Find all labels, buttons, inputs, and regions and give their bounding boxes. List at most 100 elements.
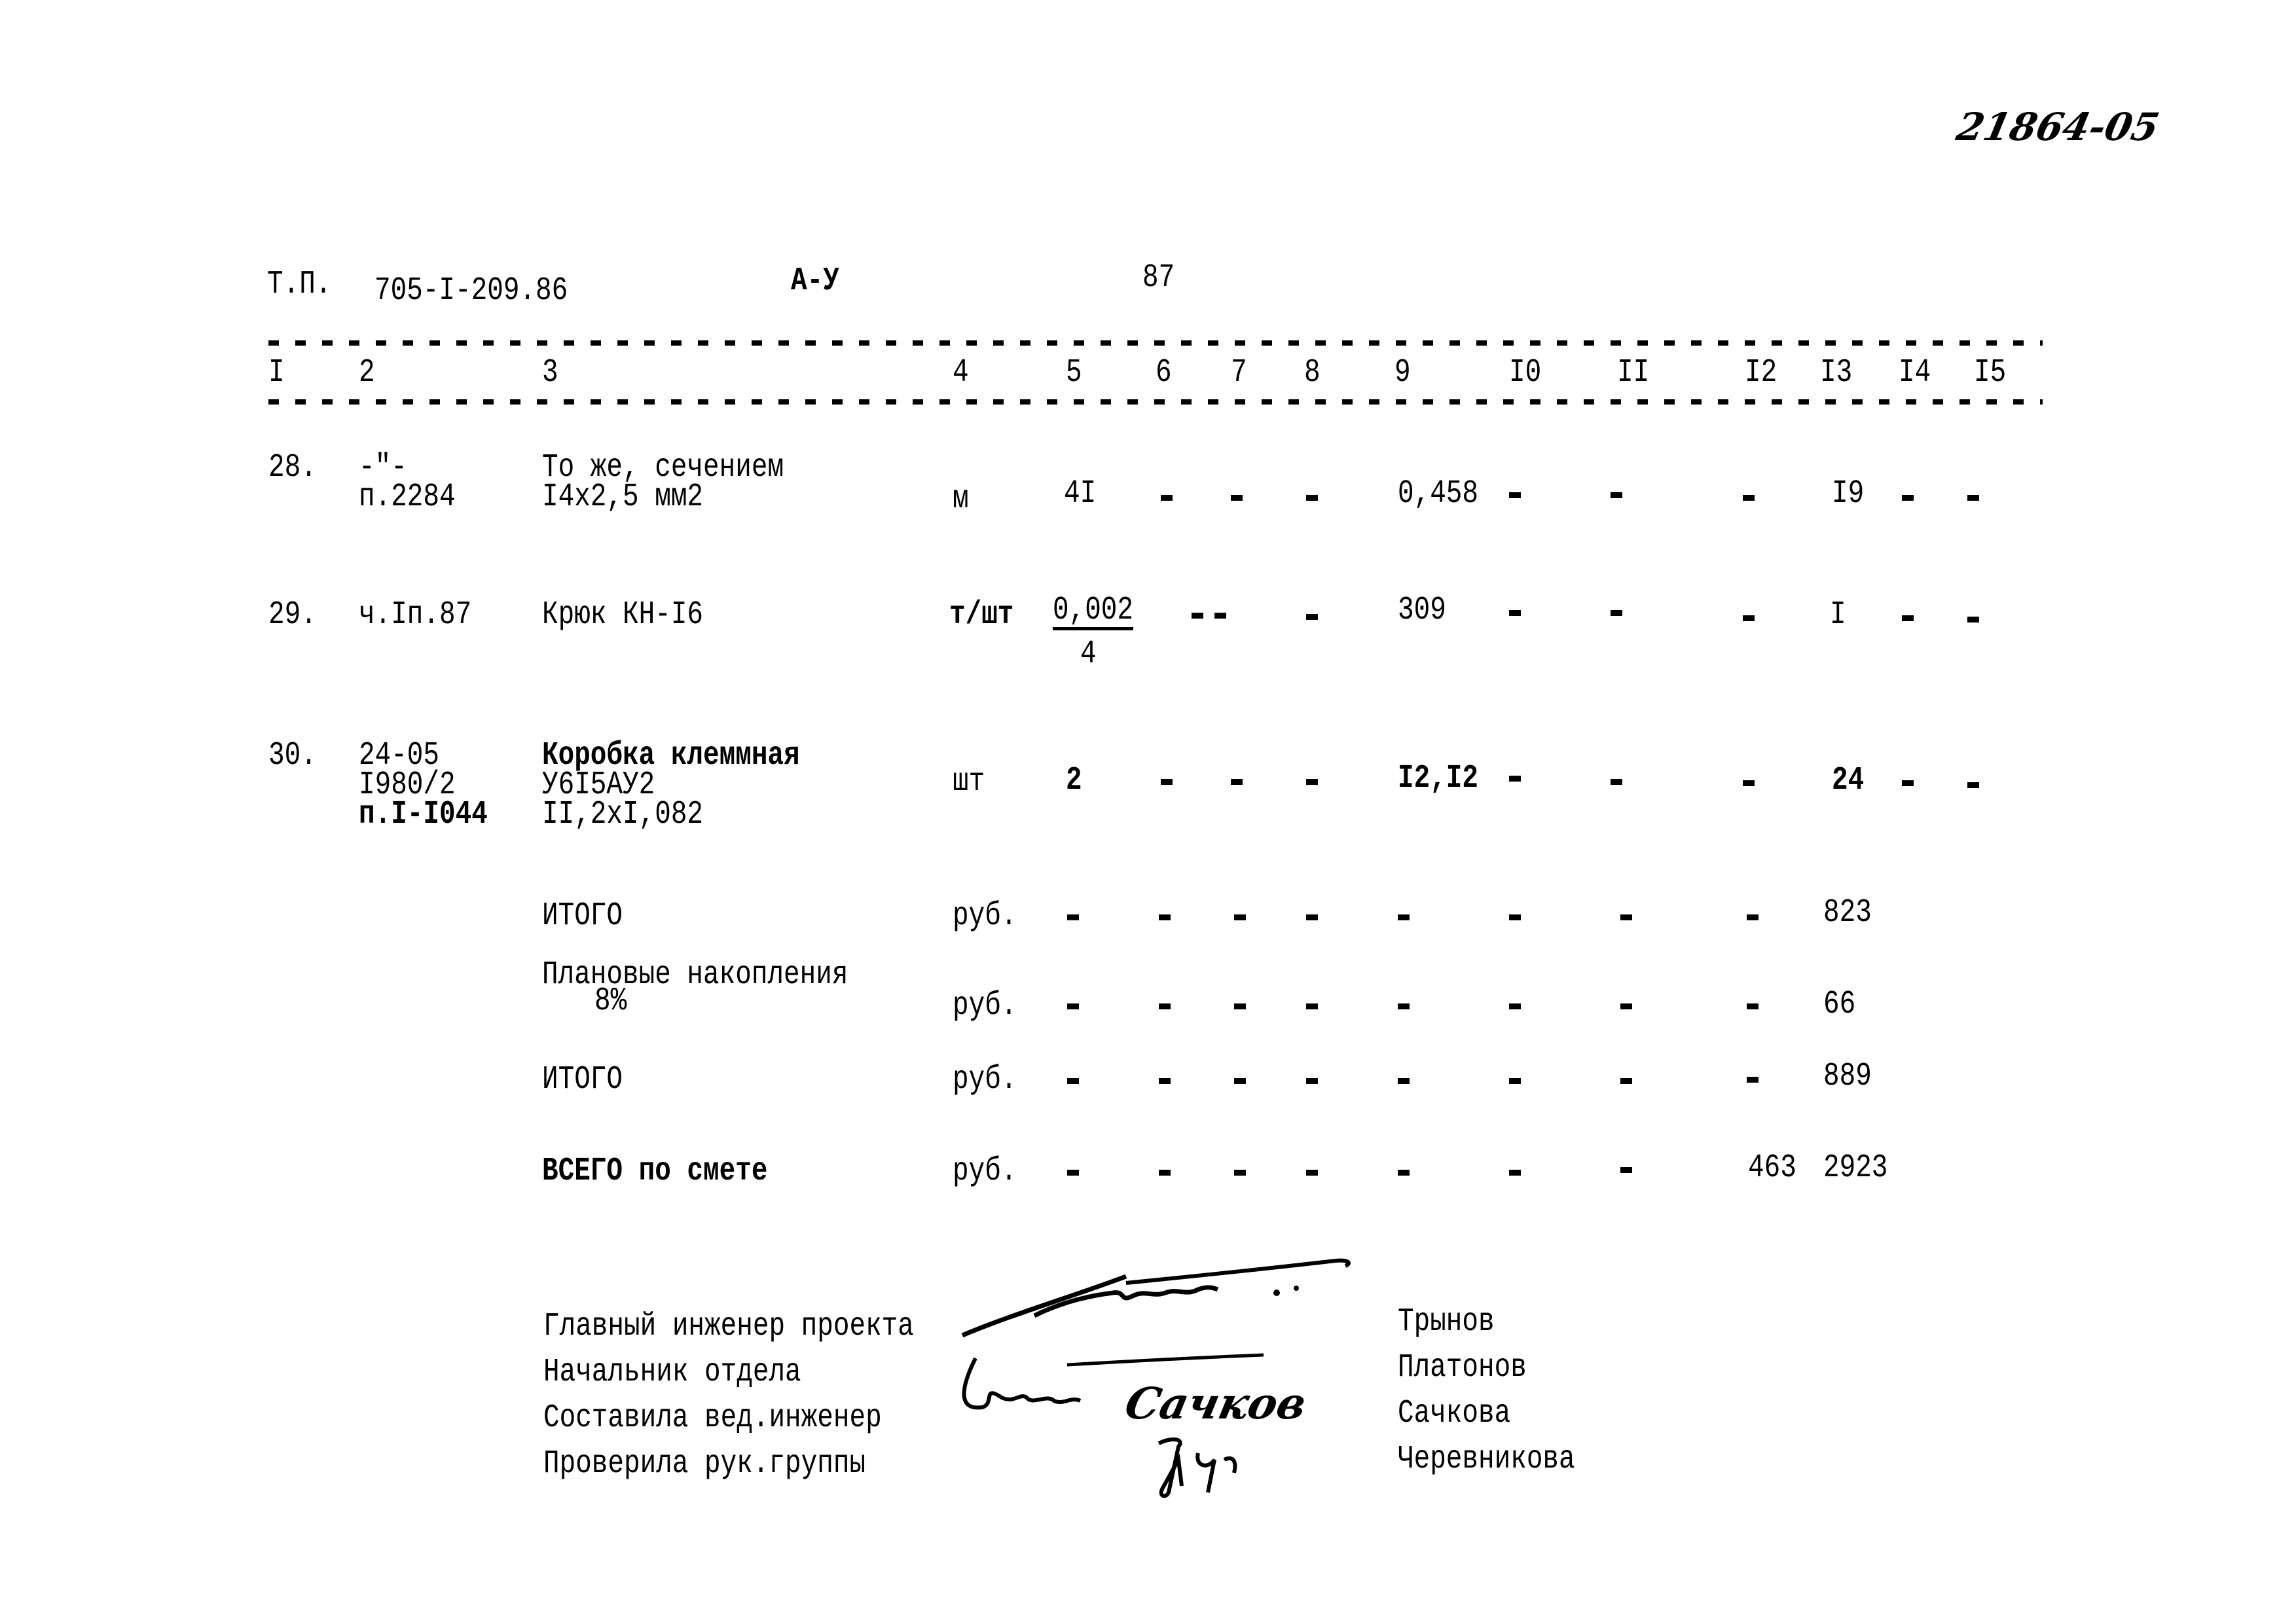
row-ref-line: ч.Iп.87 bbox=[359, 596, 472, 634]
cell-c6-dash bbox=[1161, 495, 1173, 501]
dash bbox=[1234, 1003, 1246, 1009]
signature-group-leader bbox=[1157, 1437, 1237, 1498]
cell-c7-dash bbox=[1214, 613, 1226, 619]
cell-c13: 24 bbox=[1832, 762, 1865, 799]
dash bbox=[1234, 1078, 1246, 1084]
row-number: 30. bbox=[268, 737, 317, 774]
cell-c11-dash bbox=[1611, 492, 1622, 498]
dash bbox=[1159, 914, 1171, 920]
signature-chief-engineer bbox=[961, 1258, 1351, 1338]
cell-c12-dash bbox=[1743, 615, 1755, 621]
header-top-rule bbox=[268, 340, 2043, 346]
row-ref-line: п.2284 bbox=[359, 478, 456, 516]
signature-name: Черевникова bbox=[1398, 1441, 1575, 1478]
cell-c15-dash bbox=[1967, 782, 1979, 788]
signature-handwritten-compiler: Сачков bbox=[1120, 1378, 1311, 1429]
cell-c14-dash bbox=[1902, 495, 1914, 501]
dash bbox=[1159, 1170, 1171, 1176]
dash bbox=[1398, 1170, 1410, 1176]
total-unit: руб. bbox=[953, 1153, 1017, 1190]
cell-c8-dash bbox=[1306, 495, 1318, 501]
row-number: 28. bbox=[268, 449, 317, 486]
tp-label: Т.П. bbox=[267, 266, 332, 303]
row-name-line: Крюк КН-I6 bbox=[542, 596, 704, 634]
total-unit: руб. bbox=[953, 1061, 1017, 1098]
column-header: II bbox=[1617, 354, 1650, 391]
dash bbox=[1398, 1003, 1410, 1009]
signature-role: Начальник отдела bbox=[543, 1354, 801, 1391]
cell-c15-dash bbox=[1967, 617, 1979, 623]
dash bbox=[1159, 1003, 1171, 1009]
column-header: I0 bbox=[1509, 354, 1542, 391]
signature-role: Составила вед.инженер bbox=[543, 1399, 882, 1437]
total-label: ИТОГО bbox=[542, 1061, 623, 1098]
dash bbox=[1509, 1078, 1521, 1084]
total-unit: руб. bbox=[953, 897, 1017, 935]
archive-number: 21864-05 bbox=[1952, 105, 2163, 149]
cell-c15-dash bbox=[1967, 495, 1979, 501]
column-header: 5 bbox=[1066, 354, 1082, 391]
row-name-line: II,2xI,082 bbox=[542, 796, 704, 833]
signature-name: Сачкова bbox=[1398, 1395, 1511, 1432]
total-c12-dash bbox=[1747, 1077, 1758, 1083]
column-header: 7 bbox=[1231, 354, 1247, 391]
cell-c8-dash bbox=[1306, 614, 1318, 620]
signature-name: Платонов bbox=[1398, 1349, 1527, 1386]
section-label: А-У bbox=[791, 262, 839, 300]
cell-c11-dash bbox=[1611, 779, 1622, 785]
grand-total-c12: 463 bbox=[1748, 1149, 1796, 1187]
dash bbox=[1067, 1170, 1079, 1176]
row-unit: шт bbox=[953, 763, 985, 801]
total-c13: 66 bbox=[1823, 986, 1856, 1023]
cell-c10-dash bbox=[1509, 610, 1521, 616]
row-name-line: I4x2,5 мм2 bbox=[542, 478, 704, 516]
cell-c5-sub: 4 bbox=[1080, 636, 1097, 673]
total-c13: 823 bbox=[1823, 894, 1872, 931]
column-header: I bbox=[268, 354, 285, 391]
page-number: 87 bbox=[1142, 259, 1175, 297]
column-header: 9 bbox=[1394, 354, 1411, 391]
cell-c6-dash bbox=[1161, 779, 1173, 785]
total-c12-dash bbox=[1747, 1003, 1758, 1009]
total-c12-dash bbox=[1747, 914, 1758, 920]
column-header: 8 bbox=[1304, 354, 1321, 391]
column-header: 4 bbox=[953, 354, 969, 391]
dash bbox=[1234, 914, 1246, 920]
cell-c10-dash bbox=[1509, 776, 1521, 782]
column-header: 6 bbox=[1156, 354, 1172, 391]
cell-c12-dash bbox=[1743, 495, 1755, 501]
dash bbox=[1620, 1167, 1632, 1173]
dash bbox=[1306, 1078, 1318, 1084]
cell-c6-dash bbox=[1192, 613, 1203, 619]
cell-c8-dash bbox=[1306, 779, 1318, 785]
dash bbox=[1306, 1170, 1318, 1176]
dash bbox=[1620, 1003, 1632, 1009]
dash bbox=[1306, 914, 1318, 920]
dash bbox=[1306, 1003, 1318, 1009]
dash bbox=[1620, 914, 1632, 920]
column-header: I5 bbox=[1974, 354, 2007, 391]
project-code: 705-I-209.86 bbox=[374, 272, 568, 310]
column-header: 3 bbox=[542, 354, 558, 391]
dash bbox=[1509, 914, 1521, 920]
dash bbox=[1067, 1078, 1079, 1084]
total-unit: руб. bbox=[953, 987, 1017, 1024]
total-label-percent: 8% bbox=[594, 983, 627, 1020]
signature-role: Главный инженер проекта bbox=[543, 1308, 914, 1345]
cell-c12-dash bbox=[1743, 780, 1755, 786]
column-header: I3 bbox=[1820, 354, 1853, 391]
cell-c10-dash bbox=[1509, 492, 1521, 498]
column-header: I2 bbox=[1745, 354, 1777, 391]
dash bbox=[1509, 1003, 1521, 1009]
total-label: ИТОГО bbox=[542, 897, 623, 935]
grand-total-c13: 2923 bbox=[1823, 1149, 1888, 1187]
cell-c5: 0,002 bbox=[1053, 592, 1134, 630]
total-c13: 889 bbox=[1823, 1058, 1872, 1095]
row-ref-line: п.I-I044 bbox=[359, 796, 488, 833]
cell-c13: I9 bbox=[1832, 475, 1865, 513]
cell-c14-dash bbox=[1902, 780, 1914, 786]
dash bbox=[1067, 914, 1079, 920]
row-unit: м bbox=[953, 480, 969, 518]
cell-c14-dash bbox=[1902, 615, 1914, 621]
signature-name: Трынов bbox=[1398, 1303, 1495, 1341]
